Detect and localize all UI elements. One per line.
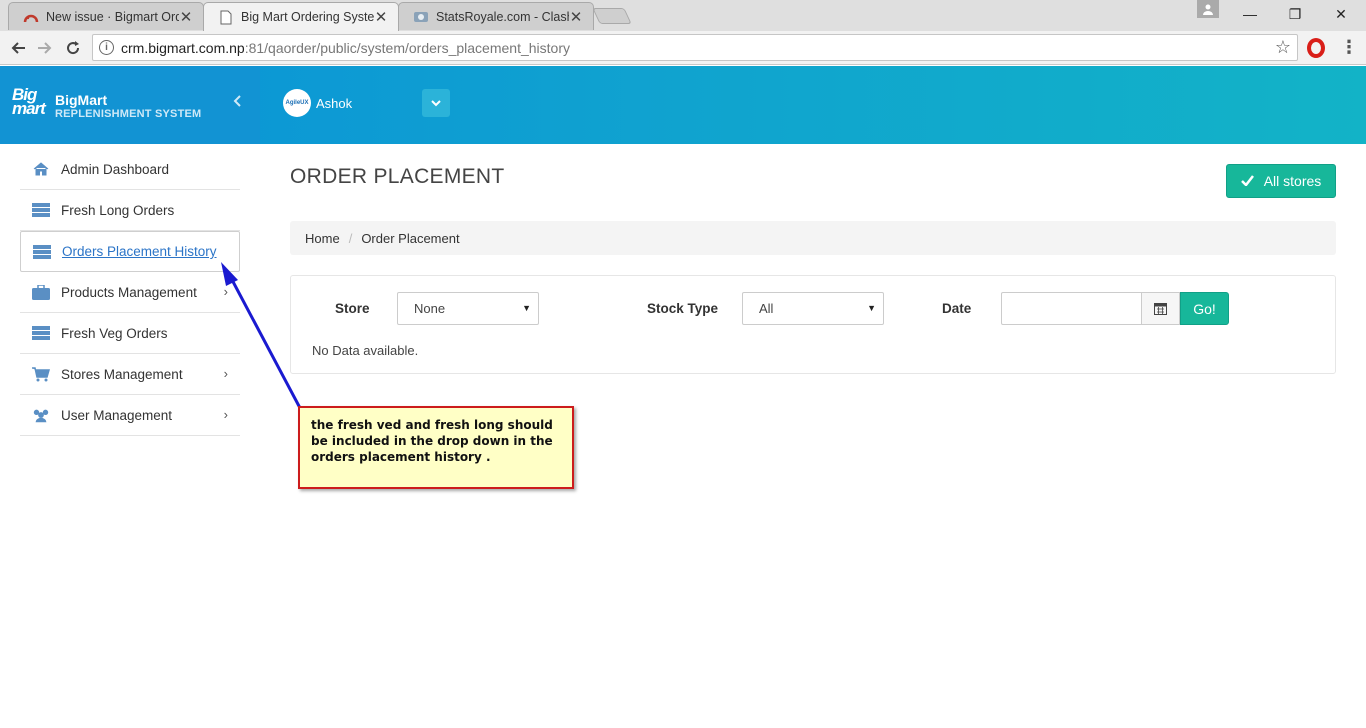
store-label: Store bbox=[335, 301, 370, 316]
tab-close-icon[interactable]: ✕ bbox=[569, 8, 583, 26]
chevron-right-icon: › bbox=[223, 407, 228, 422]
user-dropdown-button[interactable] bbox=[422, 89, 450, 117]
minimize-button[interactable]: — bbox=[1227, 0, 1273, 28]
url-path: :81/qaorder/public/system/orders_placeme… bbox=[244, 39, 570, 56]
date-input[interactable] bbox=[1001, 292, 1142, 325]
reload-icon[interactable] bbox=[60, 35, 86, 61]
sidebar-item-label: Admin Dashboard bbox=[61, 161, 170, 177]
back-arrow-icon[interactable] bbox=[5, 35, 31, 61]
breadcrumb-current: Order Placement bbox=[361, 230, 460, 246]
close-window-button[interactable]: ✕ bbox=[1318, 0, 1364, 28]
sidebar-collapse-icon[interactable] bbox=[232, 94, 242, 113]
brand-name: BigMart bbox=[55, 92, 108, 108]
go-button[interactable]: Go! bbox=[1180, 292, 1229, 325]
sidebar-item-label: Fresh Veg Orders bbox=[61, 325, 168, 341]
sidebar-item-label: Products Management bbox=[61, 284, 197, 300]
forward-arrow-icon[interactable] bbox=[32, 35, 58, 61]
sidebar-item-label: Fresh Long Orders bbox=[61, 202, 175, 218]
browser-toolbar: i crm.bigmart.com.np :81/qaorder/public/… bbox=[0, 31, 1366, 65]
bookmark-star-icon[interactable]: ☆ bbox=[1275, 37, 1291, 58]
breadcrumb: Home / Order Placement bbox=[290, 221, 1336, 255]
address-bar[interactable]: i crm.bigmart.com.np :81/qaorder/public/… bbox=[92, 34, 1298, 61]
sidebar-item-admin-dashboard[interactable]: Admin Dashboard bbox=[20, 149, 240, 190]
restore-button[interactable]: ❐ bbox=[1272, 0, 1318, 28]
sidebar-item-products-management[interactable]: Products Management › bbox=[20, 272, 240, 313]
tab-close-icon[interactable]: ✕ bbox=[179, 8, 193, 26]
browser-tab-active[interactable]: Big Mart Ordering System ✕ bbox=[203, 2, 399, 31]
filter-panel: Store None ▼ Stock Type All ▼ Date Go! N… bbox=[290, 275, 1336, 374]
app-header: Big mart BigMart REPLENISHMENT SYSTEM Ag… bbox=[0, 66, 1366, 144]
new-tab-button[interactable] bbox=[592, 8, 632, 24]
server-icon bbox=[32, 326, 50, 340]
sidebar-item-label: User Management bbox=[61, 407, 173, 423]
store-select-value: None bbox=[414, 301, 446, 316]
annotation-text: the fresh ved and fresh long should be i… bbox=[311, 418, 553, 464]
tab-close-icon[interactable]: ✕ bbox=[374, 8, 388, 26]
briefcase-icon bbox=[32, 284, 50, 300]
store-select[interactable]: None ▼ bbox=[397, 292, 539, 325]
sidebar: Admin Dashboard Fresh Long Orders Orders… bbox=[20, 149, 240, 436]
site-info-icon[interactable]: i bbox=[99, 40, 114, 55]
opera-extension-icon[interactable] bbox=[1307, 38, 1325, 58]
caret-down-icon: ▼ bbox=[867, 303, 876, 313]
brand-subtitle: REPLENISHMENT SYSTEM bbox=[55, 108, 202, 120]
tab-title: StatsRoyale.com - Clash R bbox=[436, 9, 569, 24]
brand-area: Big mart BigMart REPLENISHMENT SYSTEM bbox=[0, 66, 260, 144]
home-icon bbox=[32, 162, 50, 176]
server-icon bbox=[33, 244, 51, 259]
username[interactable]: Ashok bbox=[316, 96, 352, 111]
browser-tab[interactable]: StatsRoyale.com - Clash R ✕ bbox=[398, 2, 594, 30]
url-host: crm.bigmart.com.np bbox=[121, 39, 245, 56]
bigmart-logo[interactable]: Big mart bbox=[12, 86, 50, 117]
stock-type-label: Stock Type bbox=[647, 301, 719, 316]
no-data-message: No Data available. bbox=[312, 343, 419, 358]
sidebar-item-label: Stores Management bbox=[61, 366, 183, 382]
browser-tab[interactable]: New issue · Bigmart Orde ✕ bbox=[8, 2, 204, 30]
calendar-icon bbox=[1154, 303, 1167, 315]
date-label: Date bbox=[942, 301, 972, 316]
browser-menu-icon[interactable]: ⋮ bbox=[1340, 37, 1358, 58]
page-title: ORDER PLACEMENT bbox=[290, 165, 505, 188]
sidebar-item-stores-management[interactable]: Stores Management › bbox=[20, 354, 240, 395]
github-favicon-icon bbox=[23, 9, 39, 25]
statsroyale-favicon-icon bbox=[413, 9, 429, 25]
chevron-right-icon: › bbox=[223, 366, 228, 381]
caret-down-icon: ▼ bbox=[522, 303, 531, 313]
browser-profile-icon[interactable] bbox=[1197, 0, 1219, 18]
browser-tab-strip: New issue · Bigmart Orde ✕ Big Mart Orde… bbox=[0, 0, 1366, 31]
check-icon bbox=[1240, 173, 1254, 189]
stock-type-select[interactable]: All ▼ bbox=[742, 292, 884, 325]
tab-title: Big Mart Ordering System bbox=[241, 10, 374, 24]
sidebar-item-fresh-veg-orders[interactable]: Fresh Veg Orders bbox=[20, 313, 240, 354]
sidebar-item-orders-placement-history[interactable]: Orders Placement History bbox=[20, 231, 240, 272]
annotation-callout: the fresh ved and fresh long should be i… bbox=[298, 406, 574, 489]
sidebar-item-fresh-long-orders[interactable]: Fresh Long Orders bbox=[20, 190, 240, 231]
tab-title: New issue · Bigmart Orde bbox=[46, 9, 179, 24]
breadcrumb-separator: / bbox=[348, 230, 353, 246]
sidebar-item-user-management[interactable]: User Management › bbox=[20, 395, 240, 436]
server-icon bbox=[32, 203, 50, 217]
page-favicon-icon bbox=[218, 9, 234, 25]
cart-icon bbox=[32, 366, 50, 381]
calendar-button[interactable] bbox=[1141, 292, 1180, 325]
stock-type-select-value: All bbox=[759, 301, 774, 316]
avatar[interactable]: AgileUX bbox=[283, 89, 311, 117]
all-stores-label: All stores bbox=[1263, 173, 1322, 189]
chevron-right-icon: › bbox=[223, 284, 228, 299]
chevron-down-icon bbox=[431, 100, 441, 107]
sidebar-item-label: Orders Placement History bbox=[62, 244, 217, 259]
users-icon bbox=[32, 408, 50, 422]
all-stores-button[interactable]: All stores bbox=[1226, 164, 1336, 198]
breadcrumb-home[interactable]: Home bbox=[305, 231, 340, 246]
